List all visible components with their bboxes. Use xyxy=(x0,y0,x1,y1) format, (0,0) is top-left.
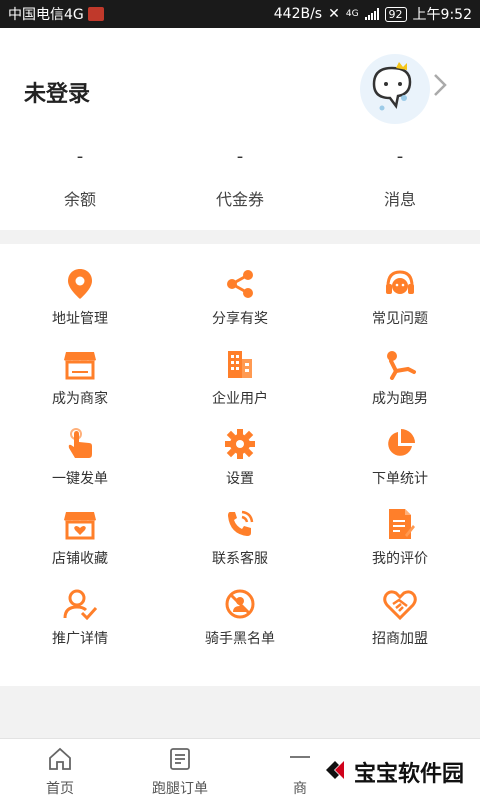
battery-icon: 92 xyxy=(384,6,407,22)
building-icon xyxy=(222,346,258,382)
menu-item-label: 地址管理 xyxy=(52,311,108,327)
mute-icon: ✕ xyxy=(328,6,340,22)
network-type: 4G xyxy=(345,9,359,19)
menu-item-become-runner[interactable]: 成为跑男 xyxy=(320,334,480,414)
menu-item-label: 骑手黑名单 xyxy=(205,631,275,647)
menu-item-franchise[interactable]: 招商加盟 xyxy=(320,574,480,654)
tab-home[interactable]: 首页 xyxy=(0,739,120,800)
cartoon-avatar-icon[interactable] xyxy=(360,54,430,124)
menu-item-label: 我的评价 xyxy=(372,551,428,567)
menu-item-store-favorites[interactable]: 店铺收藏 xyxy=(0,494,160,574)
location-pin-icon xyxy=(62,266,98,302)
carrier-text: 中国电信4G xyxy=(8,7,84,23)
stat-value: - xyxy=(236,146,244,167)
stat-label: 代金券 xyxy=(215,190,264,209)
menu-grid: 地址管理 分享有奖 常见问题 成为商家 企业用户 成为跑男 一键发单 设置 下单… xyxy=(0,244,480,686)
menu-item-address[interactable]: 地址管理 xyxy=(0,254,160,334)
profile-header: 未登录 - 余额 - 代金券 - 消息 xyxy=(0,28,480,230)
login-status-title[interactable]: 未登录 xyxy=(24,76,90,108)
stat-label: 余额 xyxy=(63,190,96,209)
phone-call-icon xyxy=(222,506,258,542)
stat-value: - xyxy=(396,146,404,167)
share-icon xyxy=(222,266,258,302)
user-check-icon xyxy=(62,586,98,622)
tap-hand-icon xyxy=(62,426,98,462)
network-speed: 442B/s xyxy=(273,6,323,22)
handshake-heart-icon xyxy=(382,586,418,622)
menu-item-label: 招商加盟 xyxy=(372,631,428,647)
clock: 上午9:52 xyxy=(412,7,472,23)
stat-value: - xyxy=(76,146,84,167)
status-bar: 中国电信4G 442B/s ✕ 4G 92 上午9:52 xyxy=(0,0,480,28)
menu-item-label: 联系客服 xyxy=(212,551,268,567)
section-divider xyxy=(0,230,480,244)
store-tab-icon xyxy=(288,747,312,775)
site-watermark: 宝宝软件园 xyxy=(315,754,470,790)
menu-item-label: 企业用户 xyxy=(212,391,268,407)
stats-row: - 余额 - 代金券 - 消息 xyxy=(0,146,480,210)
menu-item-label: 一键发单 xyxy=(52,471,108,487)
pie-chart-icon xyxy=(382,426,418,462)
menu-item-label: 常见问题 xyxy=(372,311,428,327)
headset-icon xyxy=(382,266,418,302)
gear-icon xyxy=(222,426,258,462)
tab-label: 首页 xyxy=(46,781,74,797)
favorite-store-icon xyxy=(62,506,98,542)
watermark-logo-icon xyxy=(322,757,348,787)
menu-item-rider-blacklist[interactable]: 骑手黑名单 xyxy=(160,574,320,654)
stat-coupon[interactable]: - 代金券 xyxy=(160,146,320,210)
runner-icon xyxy=(382,346,418,382)
menu-item-my-reviews[interactable]: 我的评价 xyxy=(320,494,480,574)
chevron-right-icon[interactable] xyxy=(432,72,448,104)
tab-label: 跑腿订单 xyxy=(152,781,208,797)
stat-messages[interactable]: - 消息 xyxy=(320,146,480,210)
home-icon xyxy=(47,747,73,775)
order-list-icon xyxy=(168,747,192,775)
menu-item-share[interactable]: 分享有奖 xyxy=(160,254,320,334)
menu-item-settings[interactable]: 设置 xyxy=(160,414,320,494)
app-notification-icon xyxy=(87,7,104,21)
tab-label: 商 xyxy=(293,781,307,797)
menu-item-label: 设置 xyxy=(226,471,254,487)
menu-item-become-merchant[interactable]: 成为商家 xyxy=(0,334,160,414)
menu-item-label: 下单统计 xyxy=(372,471,428,487)
block-user-icon xyxy=(222,586,258,622)
menu-item-enterprise[interactable]: 企业用户 xyxy=(160,334,320,414)
menu-item-label: 店铺收藏 xyxy=(52,551,108,567)
stat-balance[interactable]: - 余额 xyxy=(0,146,160,210)
menu-item-label: 成为跑男 xyxy=(372,391,428,407)
menu-item-promotion-details[interactable]: 推广详情 xyxy=(0,574,160,654)
menu-item-label: 推广详情 xyxy=(52,631,108,647)
stat-label: 消息 xyxy=(383,190,416,209)
menu-item-contact-support[interactable]: 联系客服 xyxy=(160,494,320,574)
menu-item-label: 分享有奖 xyxy=(212,311,268,327)
menu-item-label: 成为商家 xyxy=(52,391,108,407)
watermark-text: 宝宝软件园 xyxy=(353,762,464,787)
menu-item-faq[interactable]: 常见问题 xyxy=(320,254,480,334)
menu-item-one-click-order[interactable]: 一键发单 xyxy=(0,414,160,494)
review-document-icon xyxy=(382,506,418,542)
tab-errand-orders[interactable]: 跑腿订单 xyxy=(120,739,240,800)
menu-item-order-stats[interactable]: 下单统计 xyxy=(320,414,480,494)
signal-icon xyxy=(364,8,379,20)
storefront-icon xyxy=(62,346,98,382)
